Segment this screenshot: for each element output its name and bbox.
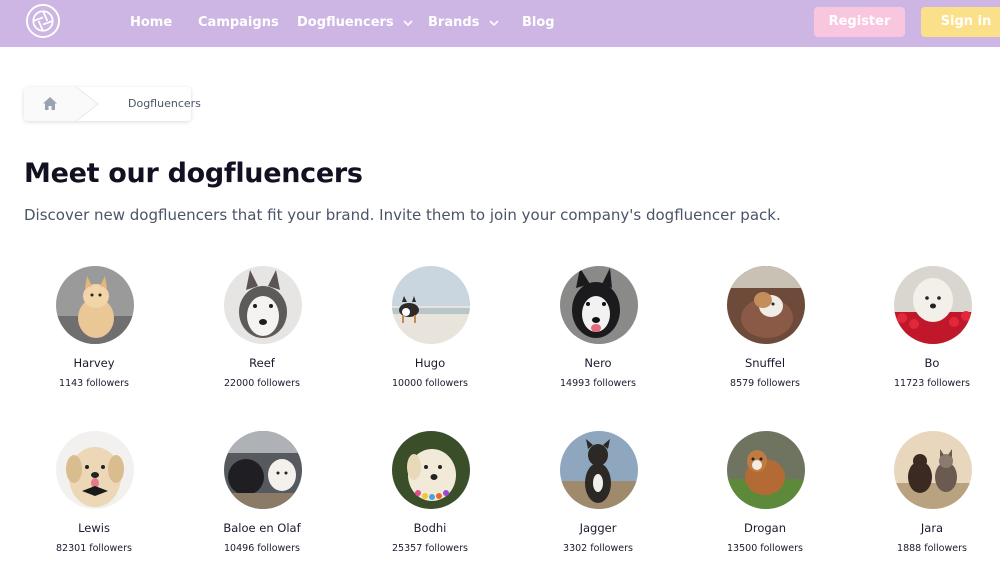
dog-name: Jagger — [579, 521, 617, 535]
dog-name: Nero — [584, 356, 612, 370]
dog-avatar — [894, 266, 972, 344]
breadcrumb-home[interactable] — [24, 87, 76, 121]
dog-avatar — [392, 266, 470, 344]
dog-avatar — [56, 266, 134, 344]
nav-blog[interactable]: Blog — [522, 14, 555, 32]
dog-followers: 10000 followers — [392, 378, 468, 389]
dog-name: Bodhi — [413, 521, 447, 535]
dog-followers: 10496 followers — [224, 543, 300, 554]
dog-name: Harvey — [73, 356, 115, 370]
dog-avatar — [224, 266, 302, 344]
breadcrumb-separator — [76, 87, 116, 121]
dog-avatar — [56, 431, 134, 509]
dogfluencer-card-jagger[interactable]: Jagger 3302 followers — [528, 431, 668, 561]
dog-name: Jara — [920, 521, 944, 535]
dogfluencer-card-drogan[interactable]: Drogan 13500 followers — [695, 431, 835, 561]
dog-name: Hugo — [414, 356, 446, 370]
dog-followers: 3302 followers — [563, 543, 633, 554]
dog-name: Lewis — [78, 521, 110, 535]
chevron-down-icon — [402, 17, 414, 29]
dogfluencer-card-bodhi[interactable]: Bodhi 25357 followers — [360, 431, 500, 561]
dogfluencer-card-snuffel[interactable]: Snuffel 8579 followers — [695, 266, 835, 396]
dog-followers: 25357 followers — [392, 543, 468, 554]
dogfluencer-card-baloe-en-olaf[interactable]: Baloe en Olaf 10496 followers — [192, 431, 332, 561]
home-icon — [43, 97, 57, 110]
page-title: Meet our dogfluencers — [24, 158, 363, 189]
nav-home-label: Home — [130, 15, 173, 30]
dog-avatar — [560, 266, 638, 344]
camera-aperture-icon — [28, 6, 58, 36]
chevron-down-icon — [488, 17, 500, 29]
dog-name: Baloe en Olaf — [223, 521, 301, 535]
nav-brands-label: Brands — [428, 15, 480, 30]
dog-avatar — [894, 431, 972, 509]
page-subtitle: Discover new dogfluencers that fit your … — [24, 206, 781, 224]
dogfluencer-card-nero[interactable]: Nero 14993 followers — [528, 266, 668, 396]
dog-avatar — [392, 431, 470, 509]
dogfluencer-card-harvey[interactable]: Harvey 1143 followers — [24, 266, 164, 396]
nav-dogfluencers-dropdown[interactable]: Dogfluencers — [297, 14, 414, 32]
nav-home[interactable]: Home — [130, 14, 172, 32]
dog-followers: 1143 followers — [59, 378, 129, 389]
site-logo[interactable] — [26, 4, 60, 38]
nav-campaigns-label: Campaigns — [198, 15, 279, 30]
nav-brands-dropdown[interactable]: Brands — [428, 14, 500, 32]
dog-followers: 22000 followers — [224, 378, 300, 389]
breadcrumb: Dogfluencers — [24, 87, 201, 121]
dog-avatar — [727, 266, 805, 344]
dogfluencer-card-hugo[interactable]: Hugo 10000 followers — [360, 266, 500, 396]
sign-in-button[interactable]: Sign in — [921, 7, 1000, 37]
dog-followers: 82301 followers — [56, 543, 132, 554]
dogfluencer-card-reef[interactable]: Reef 22000 followers — [192, 266, 332, 396]
dog-followers: 1888 followers — [897, 543, 967, 554]
dog-name: Bo — [924, 356, 940, 370]
dog-avatar — [224, 431, 302, 509]
register-button[interactable]: Register — [814, 7, 905, 37]
dog-name: Drogan — [743, 521, 786, 535]
dog-name: Reef — [249, 356, 275, 370]
dog-avatar — [560, 431, 638, 509]
dog-followers: 14993 followers — [560, 378, 636, 389]
nav-dogfluencers-label: Dogfluencers — [297, 15, 394, 30]
dogfluencer-card-bo[interactable]: Bo 11723 followers — [862, 266, 1000, 396]
dog-name: Snuffel — [744, 356, 786, 370]
nav-blog-label: Blog — [522, 15, 555, 30]
dog-followers: 11723 followers — [894, 378, 970, 389]
dogfluencer-card-jara[interactable]: Jara 1888 followers — [862, 431, 1000, 561]
dogfluencer-card-lewis[interactable]: Lewis 82301 followers — [24, 431, 164, 561]
nav-campaigns[interactable]: Campaigns — [198, 14, 279, 32]
top-navbar: Home Campaigns Dogfluencers Brands Blog … — [0, 0, 1000, 47]
dog-avatar — [727, 431, 805, 509]
dog-followers: 13500 followers — [727, 543, 803, 554]
dog-followers: 8579 followers — [730, 378, 800, 389]
breadcrumb-current[interactable]: Dogfluencers — [128, 97, 201, 111]
